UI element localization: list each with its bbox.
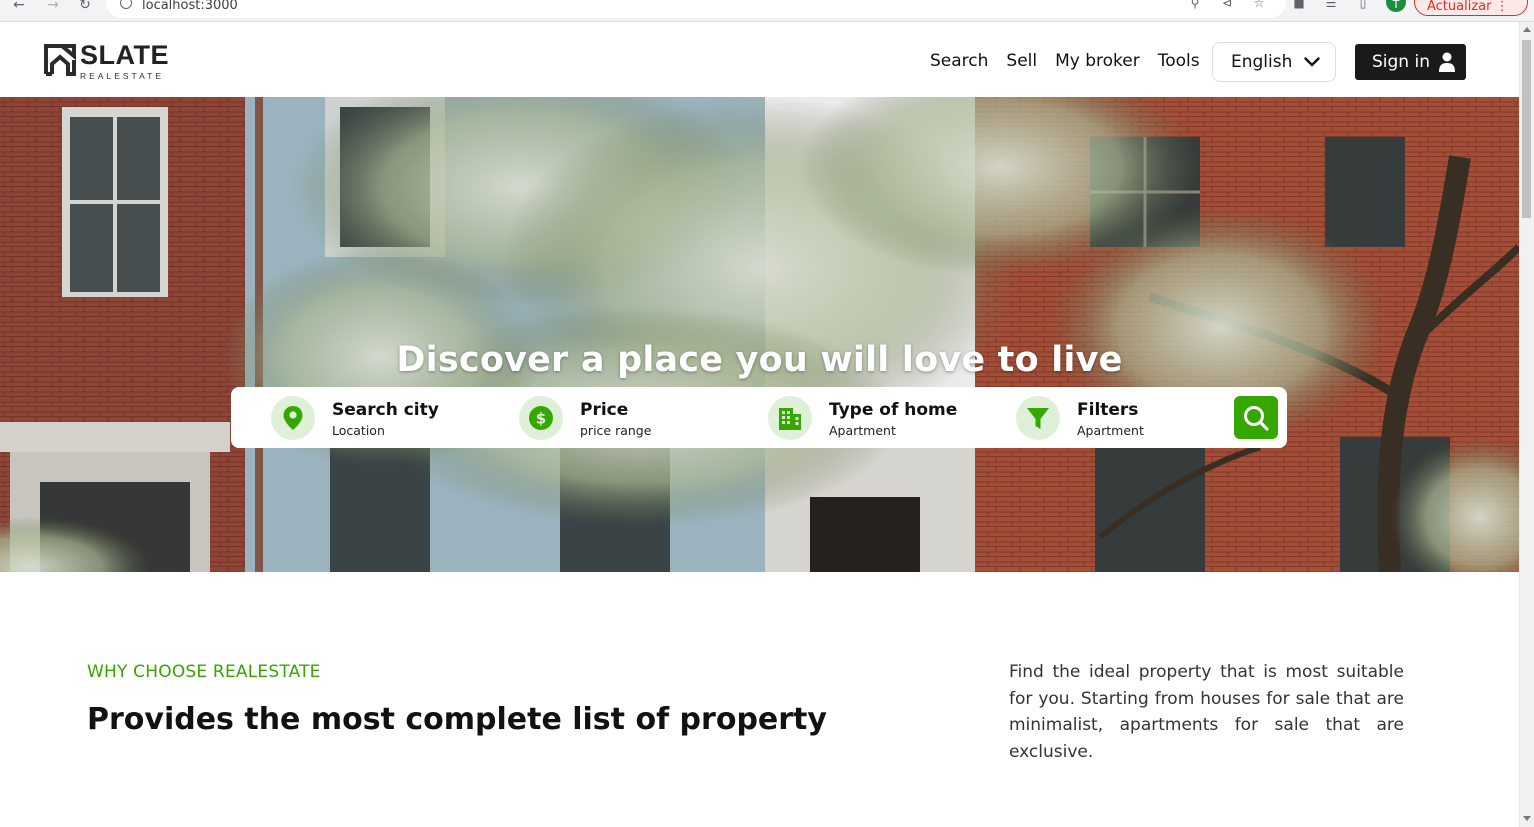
filters-title: Filters (1077, 399, 1139, 420)
logo-subtitle: REALESTATE (80, 71, 165, 81)
search-city-subtitle: Location (332, 422, 385, 438)
logo-title: SLATE (80, 40, 169, 70)
section-title: Provides the most complete list of prope… (87, 702, 827, 737)
type-of-home-field[interactable]: Type of home Apartment (768, 395, 957, 441)
user-icon (1438, 52, 1455, 72)
nav-my-broker[interactable]: My broker (1055, 51, 1140, 71)
sign-in-label: Sign in (1372, 52, 1430, 72)
browser-toolbar: ← → ↻ localhost:3000 ⚲ ⊲ ☆ ■ ☰ ▯ T Actua… (0, 0, 1534, 22)
sign-in-button[interactable]: Sign in (1355, 44, 1466, 80)
location-pin-icon (271, 396, 315, 440)
update-label: Actualizar (1427, 0, 1492, 14)
back-arrow-icon[interactable]: ← (10, 0, 28, 14)
update-button[interactable]: Actualizar ⋮ (1414, 0, 1528, 16)
nav-tools[interactable]: Tools (1158, 51, 1200, 71)
profile-avatar[interactable]: T (1386, 0, 1406, 12)
language-select[interactable]: English (1212, 42, 1336, 82)
filter-icon (1016, 396, 1060, 440)
price-subtitle: price range (580, 422, 652, 438)
site-header: SLATE REALESTATE Search Sell My broker T… (0, 22, 1519, 97)
scrollbar-thumb[interactable] (1522, 40, 1531, 218)
nav-search[interactable]: Search (930, 51, 988, 71)
filters-subtitle: Apartment (1077, 422, 1144, 438)
search-city-title: Search city (332, 399, 439, 420)
forward-arrow-icon[interactable]: → (44, 0, 62, 14)
dollar-icon: $ (519, 396, 563, 440)
language-label: English (1231, 52, 1293, 72)
logo-house-icon (44, 44, 76, 76)
section-eyebrow: WHY CHOOSE REALESTATE (87, 662, 321, 682)
search-city-field[interactable]: Search city Location (271, 395, 439, 441)
search-bar: Search city Location $ Price price range (231, 387, 1287, 448)
scroll-down-arrow-icon[interactable] (1523, 816, 1531, 821)
price-title: Price (580, 399, 629, 420)
address-url[interactable]: localhost:3000 (142, 0, 238, 13)
type-of-home-subtitle: Apartment (829, 422, 896, 438)
logo[interactable]: SLATE REALESTATE (44, 42, 169, 81)
svg-text:$: $ (536, 410, 546, 428)
chevron-down-icon (1304, 57, 1321, 67)
extensions-icon[interactable]: ■ (1291, 0, 1307, 12)
type-of-home-title: Type of home (829, 399, 958, 420)
search-icon (1244, 405, 1269, 431)
price-field[interactable]: $ Price price range (519, 395, 651, 441)
bookmark-star-icon[interactable]: ☆ (1251, 0, 1267, 12)
section-description: Find the ideal property that is most sui… (1009, 662, 1404, 762)
search-submit-button[interactable] (1234, 396, 1278, 439)
main-nav: Search Sell My broker Tools (930, 51, 1200, 71)
building-icon (768, 396, 812, 440)
hero-title: Discover a place you will love to live (396, 340, 1123, 380)
reload-icon[interactable]: ↻ (76, 0, 94, 14)
address-bar[interactable] (106, 0, 1286, 18)
hero-background-image (0, 97, 1519, 572)
nav-sell[interactable]: Sell (1006, 51, 1037, 71)
share-icon[interactable]: ⊲ (1219, 0, 1235, 12)
side-panel-icon[interactable]: ▯ (1355, 0, 1371, 12)
scroll-up-arrow-icon[interactable] (1523, 27, 1531, 32)
zoom-icon[interactable]: ⚲ (1187, 0, 1203, 12)
hero-section: Discover a place you will love to live S… (0, 97, 1519, 572)
media-icon[interactable]: ☰ (1323, 0, 1339, 12)
filters-field[interactable]: Filters Apartment (1016, 395, 1144, 441)
